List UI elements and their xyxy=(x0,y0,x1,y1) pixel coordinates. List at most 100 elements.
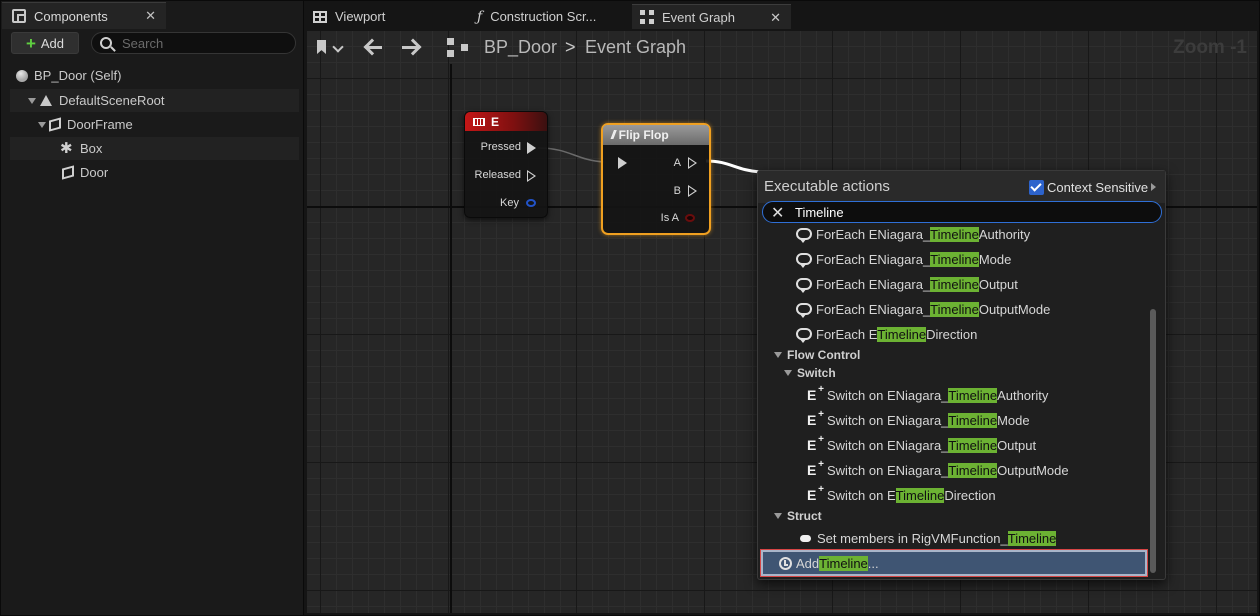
action-text: Output xyxy=(997,437,1037,453)
match-highlight: Timeline xyxy=(930,301,979,317)
match-highlight: Timeline xyxy=(948,462,998,478)
timeline-clock-icon xyxy=(779,556,792,570)
foreach-loop-icon xyxy=(796,253,812,268)
tab-viewport[interactable]: Viewport xyxy=(305,4,465,29)
pin-label-a: A xyxy=(673,157,681,169)
action-text: Direction xyxy=(944,487,996,503)
tab-label: Construction Scr... xyxy=(490,9,597,24)
node-header: E xyxy=(465,112,547,131)
add-timeline-item[interactable]: Add Timeline... xyxy=(760,549,1148,577)
action-item[interactable]: ForEach ENiagara_ Timeline Authority xyxy=(796,223,1030,245)
flip-flop-node[interactable]: // Flip Flop A B Is A xyxy=(601,123,711,235)
action-item[interactable]: ForEach ENiagara_ Timeline Mode xyxy=(796,248,1011,270)
category-struct[interactable]: Struct xyxy=(774,507,822,525)
pin-label-released: Released xyxy=(474,169,521,181)
switch-icon: E xyxy=(807,483,824,502)
context-sensitive-checkbox[interactable] xyxy=(1029,180,1044,195)
breadcrumb-graph[interactable]: Event Graph xyxy=(585,37,686,58)
add-component-button[interactable]: + Add xyxy=(11,32,79,54)
components-panel: Components ✕ + Add Search BP_Door (Self)… xyxy=(0,0,304,616)
components-tab[interactable]: Components ✕ xyxy=(2,2,166,29)
tree-item-self[interactable]: BP_Door (Self) xyxy=(10,64,299,87)
node-header: // Flip Flop xyxy=(603,125,709,145)
exec-pin-b[interactable] xyxy=(688,185,697,197)
match-highlight: Timeline xyxy=(819,555,868,571)
data-pin-key[interactable] xyxy=(526,199,536,207)
action-text: Switch on ENiagara_ xyxy=(827,412,949,428)
match-highlight: Timeline xyxy=(930,226,979,242)
pin-label-is-a: Is A xyxy=(660,212,679,224)
category-label: Flow Control xyxy=(787,348,861,362)
back-arrow-icon[interactable] xyxy=(364,40,384,54)
actor-icon xyxy=(16,69,28,82)
match-highlight: Timeline xyxy=(948,412,998,428)
action-text: Switch on ENiagara_ xyxy=(827,462,949,478)
action-item-selected[interactable]: Add Timeline... xyxy=(779,552,879,574)
exec-pin-a[interactable] xyxy=(688,157,697,169)
action-item[interactable]: E Switch on ETimelineDirection xyxy=(807,483,996,506)
collapse-arrow-icon[interactable] xyxy=(774,352,782,358)
macro-icon: // xyxy=(611,128,615,142)
collapse-arrow-icon[interactable] xyxy=(774,513,782,519)
tree-item-label: Box xyxy=(80,141,103,156)
components-search-input[interactable]: Search xyxy=(91,32,296,54)
close-icon[interactable]: ✕ xyxy=(145,8,156,24)
action-item[interactable]: Set members in RigVMFunction_ Timeline xyxy=(800,527,1057,549)
close-icon[interactable]: ✕ xyxy=(770,10,781,26)
category-label: Switch xyxy=(797,366,836,380)
tree-item-doorframe[interactable]: DoorFrame xyxy=(10,113,299,136)
action-item[interactable]: E Switch on ENiagara_TimelineOutput xyxy=(807,433,1037,456)
action-text: Authority xyxy=(997,387,1049,403)
action-text: Switch on ENiagara_ xyxy=(827,437,949,453)
tree-item-label: DoorFrame xyxy=(67,117,133,132)
action-item[interactable]: E Switch on ENiagara_TimelineMode xyxy=(807,408,1030,431)
action-text: Add xyxy=(796,555,820,571)
match-highlight: Timeline xyxy=(1007,530,1057,546)
chevron-right-icon[interactable] xyxy=(1151,183,1156,191)
action-text: Direction xyxy=(926,326,978,342)
action-text: Mode xyxy=(997,412,1030,428)
breadcrumb-blueprint[interactable]: BP_Door xyxy=(484,37,557,58)
tree-item-defaultsceneroot[interactable]: DefaultSceneRoot xyxy=(10,89,299,112)
exec-pin-released[interactable] xyxy=(527,170,536,182)
bookmark-icon[interactable] xyxy=(315,39,345,57)
context-sensitive-label[interactable]: Context Sensitive xyxy=(1047,180,1148,195)
exec-pin-pressed[interactable] xyxy=(527,142,536,154)
tab-event-graph[interactable]: Event Graph ✕ xyxy=(632,4,791,29)
tab-construction-script[interactable]: ƒ Construction Scr... xyxy=(469,4,629,29)
expand-arrow-icon[interactable] xyxy=(38,121,46,128)
exec-pin-in[interactable] xyxy=(618,157,627,169)
action-search-input[interactable] xyxy=(795,204,1135,220)
collapse-arrow-icon[interactable] xyxy=(784,370,792,376)
action-text: Switch on ENiagara_ xyxy=(827,387,949,403)
graph-toolbar: BP_Door > Event Graph Zoom -1 xyxy=(307,31,1257,64)
category-switch[interactable]: Switch xyxy=(784,364,836,382)
forward-arrow-icon[interactable] xyxy=(401,40,421,54)
clear-search-icon[interactable]: ✕ xyxy=(771,203,784,223)
data-pin-is-a[interactable] xyxy=(685,214,695,222)
action-text: ForEach E xyxy=(816,326,878,342)
tree-item-label: Door xyxy=(80,165,109,180)
action-item[interactable]: E Switch on ENiagara_TimelineOutputMode xyxy=(807,458,1069,481)
tab-label: Event Graph xyxy=(662,9,735,25)
action-search-field[interactable]: ✕ xyxy=(762,201,1162,223)
foreach-loop-icon xyxy=(796,328,812,343)
action-text: ForEach ENiagara_ xyxy=(816,276,931,292)
zoom-level: Zoom -1 xyxy=(1173,37,1247,58)
expand-arrow-icon[interactable] xyxy=(28,97,36,104)
menu-scrollbar[interactable] xyxy=(1150,309,1156,573)
tree-item-box[interactable]: Box xyxy=(10,137,299,160)
function-icon: ƒ xyxy=(477,8,483,25)
tree-item-door[interactable]: Door xyxy=(10,161,299,184)
match-highlight: Timeline xyxy=(930,276,979,292)
match-highlight: Timeline xyxy=(930,251,979,267)
graph-origin-line xyxy=(450,64,452,613)
action-item[interactable]: ForEach ENiagara_ Timeline Output xyxy=(796,273,1018,295)
action-item[interactable]: ForEach E Timeline Direction xyxy=(796,323,977,345)
action-item[interactable]: ForEach ENiagara_ Timeline OutputMode xyxy=(796,298,1050,320)
match-highlight: Timeline xyxy=(895,487,945,503)
category-flow-control[interactable]: Flow Control xyxy=(774,346,860,364)
key-e-event-node[interactable]: E Pressed Released Key xyxy=(464,111,548,218)
action-item[interactable]: E Switch on ENiagara_TimelineAuthority xyxy=(807,383,1049,406)
action-list: ForEach ENiagara_ Timeline Authority ForEa… xyxy=(758,223,1148,577)
